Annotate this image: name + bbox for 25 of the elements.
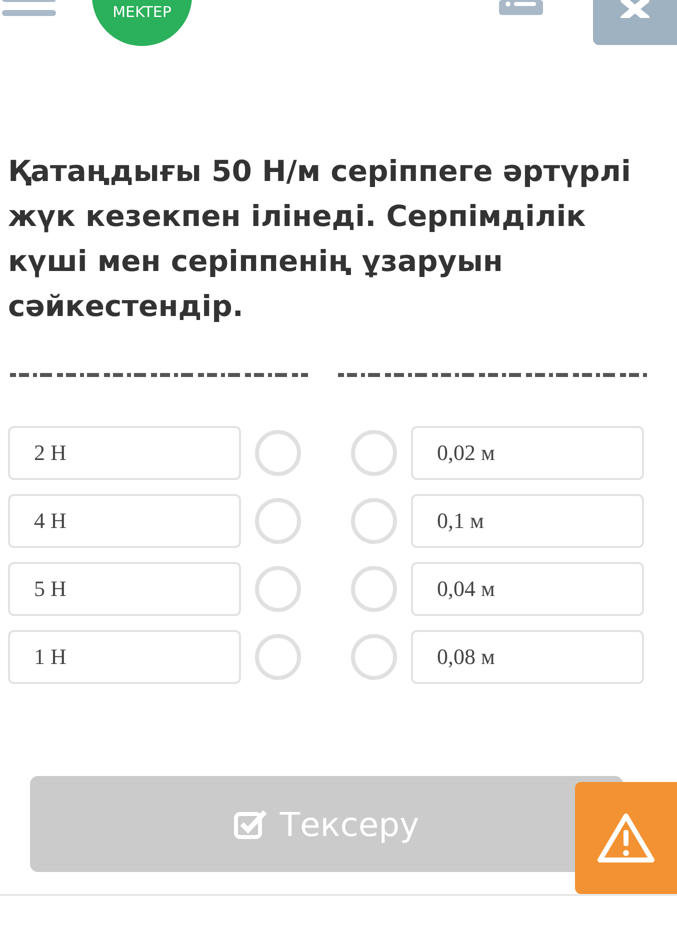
answer-option[interactable]: 0,02 м (411, 426, 644, 480)
close-icon (620, 0, 650, 18)
checkbox-icon (234, 809, 268, 839)
answer-option[interactable]: 4 Н (8, 494, 241, 548)
warning-icon (596, 812, 656, 864)
left-connector[interactable] (255, 430, 301, 476)
report-button[interactable] (575, 782, 677, 894)
menu-icon[interactable] (0, 0, 58, 18)
answer-option[interactable]: 0,1 м (411, 494, 644, 548)
left-connector[interactable] (255, 566, 301, 612)
answer-option[interactable]: 0,04 м (411, 562, 644, 616)
right-connector[interactable] (351, 634, 397, 680)
close-button[interactable] (593, 0, 677, 45)
left-connector[interactable] (255, 634, 301, 680)
right-connector[interactable] (351, 498, 397, 544)
answer-option[interactable]: 1 Н (8, 630, 241, 684)
logo: MEKTEP (92, 0, 192, 46)
left-connector[interactable] (255, 498, 301, 544)
list-icon[interactable] (499, 0, 543, 15)
right-connector[interactable] (351, 430, 397, 476)
answer-option[interactable]: 5 Н (8, 562, 241, 616)
answer-option[interactable]: 2 Н (8, 426, 241, 480)
answer-option[interactable]: 0,08 м (411, 630, 644, 684)
right-connector[interactable] (351, 566, 397, 612)
question-text: Қатаңдығы 50 Н/м серіппеге әртүрлі жүк кезекпен ілінеді. Серпімділік күші мен серіппенің ұзаруын сәйкестендір. (8, 153, 632, 325)
